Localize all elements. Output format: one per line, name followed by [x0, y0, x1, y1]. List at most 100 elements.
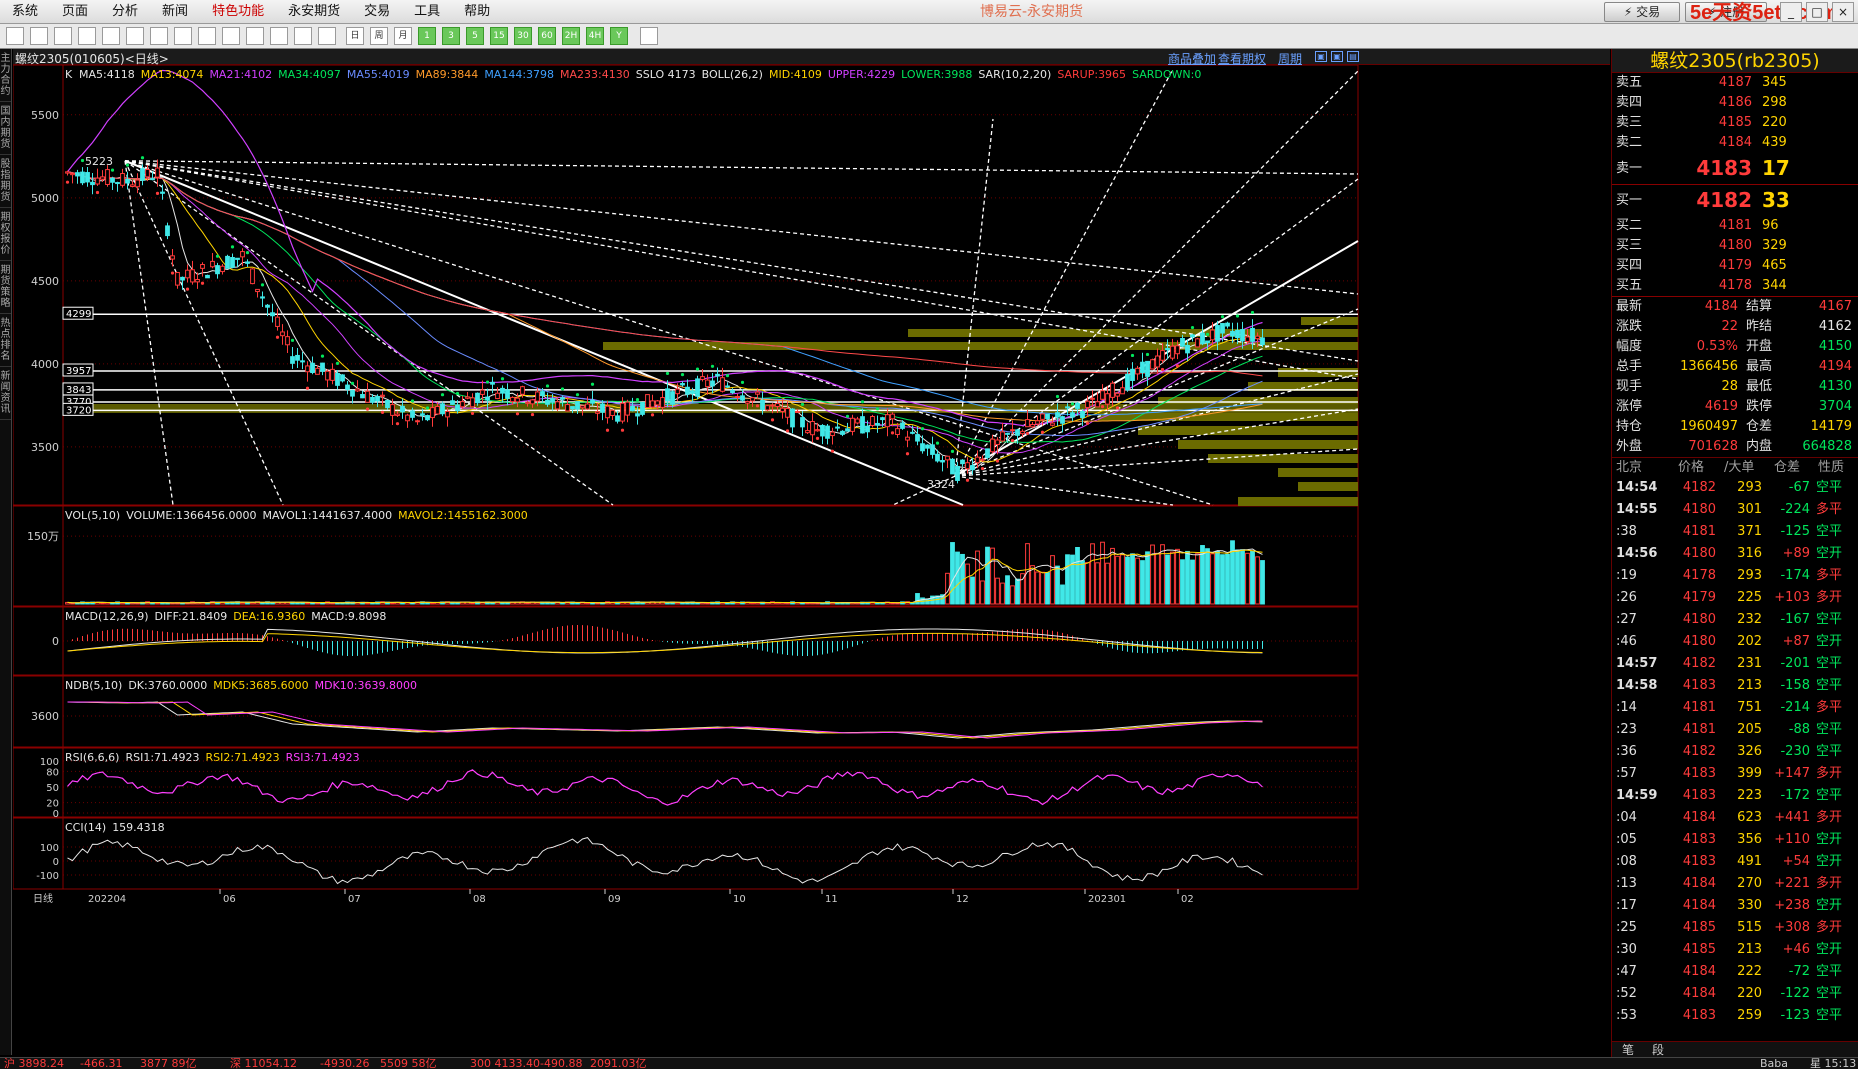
tick-row[interactable]: :13 4184 270 +221 多开 [1612, 873, 1858, 895]
tick-row[interactable]: :17 4184 330 +238 空开 [1612, 895, 1858, 917]
bell-icon[interactable] [198, 27, 216, 45]
tick-row[interactable]: :05 4183 356 +110 空开 [1612, 829, 1858, 851]
layout-icon[interactable]: ▣ [1331, 51, 1343, 62]
tick-row[interactable]: :25 4185 515 +308 多开 [1612, 917, 1858, 939]
period-button[interactable]: 3 [442, 27, 460, 45]
sidebar-tab[interactable]: 期权报价 [0, 208, 11, 261]
chart-icon[interactable] [246, 27, 264, 45]
sidebar-tab[interactable]: 热点排名 [0, 314, 11, 367]
tick-row[interactable]: :52 4184 220 -122 空平 [1612, 983, 1858, 1005]
ask-level[interactable]: 卖四 4186 298 [1612, 93, 1858, 113]
period-button[interactable]: 4H [586, 27, 604, 45]
tick-row[interactable]: :14 4181 751 -214 多平 [1612, 697, 1858, 719]
tick-price: 4180 [1682, 634, 1716, 649]
tick-row[interactable]: 14:55 4180 301 -224 多平 [1612, 499, 1858, 521]
tick-row[interactable]: :04 4184 623 +441 多开 [1612, 807, 1858, 829]
tick-row[interactable]: 14:58 4183 213 -158 空平 [1612, 675, 1858, 697]
tick-row[interactable]: 14:59 4183 223 -172 空平 [1612, 785, 1858, 807]
period-button[interactable]: 60 [538, 27, 556, 45]
chart-area[interactable]: 5500 5000 4500 4000 3500 4299 3957 3843 3770 3720… [13, 49, 1610, 1057]
stat-label: 涨跌 [1616, 319, 1643, 334]
tick-row[interactable]: :47 4184 222 -72 空平 [1612, 961, 1858, 983]
bid-level[interactable]: 买五 4178 344 [1612, 276, 1858, 296]
period-button[interactable]: 30 [514, 27, 532, 45]
tick-oi-change: +46 [1782, 942, 1810, 957]
volume-bar [1210, 553, 1215, 605]
tick-row[interactable]: :23 4181 205 -88 空平 [1612, 719, 1858, 741]
tick-row[interactable]: :19 4178 293 -174 多平 [1612, 565, 1858, 587]
layers-icon[interactable] [78, 27, 96, 45]
low-price-label: 3324 [927, 478, 955, 491]
zoom-out-icon[interactable] [150, 27, 168, 45]
tick-row[interactable]: 14:57 4182 231 -201 空平 [1612, 653, 1858, 675]
list-icon[interactable] [318, 27, 336, 45]
x-axis-label: 202301 [1088, 894, 1126, 905]
tab-duan[interactable]: 段 [1652, 1042, 1664, 1058]
tick-row[interactable]: :08 4183 491 +54 空开 [1612, 851, 1858, 873]
period-button[interactable]: 日 [346, 27, 364, 45]
flask-icon[interactable] [222, 27, 240, 45]
layout-icon[interactable]: ▣ [1315, 51, 1327, 62]
menu-item[interactable]: 交易 [352, 0, 402, 24]
tick-row[interactable]: :30 4185 213 +46 空开 [1612, 939, 1858, 961]
period-button[interactable]: 15 [490, 27, 508, 45]
ask-level[interactable]: 卖一 4183 17 [1612, 153, 1858, 184]
search-icon[interactable] [174, 27, 192, 45]
period-button[interactable]: 月 [394, 27, 412, 45]
bid-level[interactable]: 买三 4180 329 [1612, 236, 1858, 256]
ask-level[interactable]: 卖二 4184 439 [1612, 133, 1858, 153]
view-options-link[interactable]: 查看期权 [1218, 50, 1266, 67]
sidebar-tab[interactable]: 国内期货 [0, 102, 11, 155]
period-button[interactable]: Y [610, 27, 628, 45]
sidebar-tab[interactable]: 期货策略 [0, 261, 11, 314]
layout-icon[interactable]: ▤ [1347, 51, 1359, 62]
zoom-in-icon[interactable] [126, 27, 144, 45]
bid-level[interactable]: 买一 4182 33 [1612, 185, 1858, 216]
chart-canvas[interactable]: 5500500045004000350042993957384337703720… [13, 49, 1610, 1057]
menu-item[interactable]: 新闻 [150, 0, 200, 24]
refresh-icon[interactable] [102, 27, 120, 45]
menu-item[interactable]: 页面 [50, 0, 100, 24]
tick-row[interactable]: :36 4182 326 -230 空平 [1612, 741, 1858, 763]
menu-item[interactable]: 永安期货 [276, 0, 352, 24]
trade-button[interactable]: ⚡ 交易 [1604, 2, 1680, 22]
overlay-commodity-link[interactable]: 商品叠加 [1168, 50, 1216, 67]
tick-icon[interactable] [270, 27, 288, 45]
draw-icon[interactable] [294, 27, 312, 45]
menu-item[interactable]: 帮助 [452, 0, 502, 24]
home-icon[interactable] [6, 27, 24, 45]
period-link[interactable]: 周期 [1278, 50, 1302, 67]
calendar-icon[interactable] [640, 27, 658, 45]
tick-row[interactable]: 14:54 4182 293 -67 空平 [1612, 477, 1858, 499]
tick-row[interactable]: :27 4180 232 -167 空平 [1612, 609, 1858, 631]
ask-level[interactable]: 卖三 4185 220 [1612, 113, 1858, 133]
maximize-icon[interactable]: □ [1806, 2, 1828, 22]
menu-item[interactable]: 工具 [402, 0, 452, 24]
period-button[interactable]: 5 [466, 27, 484, 45]
sidebar-tab[interactable]: 股指期货 [0, 155, 11, 208]
tick-list[interactable]: 14:54 4182 293 -67 空平 14:55 4180 301 -224 多平:38 41… [1612, 477, 1858, 1027]
period-button[interactable]: 1 [418, 27, 436, 45]
period-button[interactable]: 2H [562, 27, 580, 45]
menu-item[interactable]: 系统 [0, 0, 50, 24]
bid-level[interactable]: 买四 4179 465 [1612, 256, 1858, 276]
tick-row[interactable]: :26 4179 225 +103 多开 [1612, 587, 1858, 609]
candle-body [415, 420, 420, 423]
tab-bi[interactable]: 笔 [1622, 1042, 1634, 1058]
tick-row[interactable]: :57 4183 399 +147 多开 [1612, 763, 1858, 785]
tick-row[interactable]: :38 4181 371 -125 空平 [1612, 521, 1858, 543]
tick-row[interactable]: :46 4180 202 +87 空开 [1612, 631, 1858, 653]
tick-row[interactable]: 14:56 4180 316 +89 空开 [1612, 543, 1858, 565]
tick-row[interactable]: :53 4183 259 -123 空平 [1612, 1005, 1858, 1027]
note-icon[interactable] [54, 27, 72, 45]
menu-item[interactable]: 分析 [100, 0, 150, 24]
period-button[interactable]: 周 [370, 27, 388, 45]
minimize-icon[interactable]: _ [1780, 2, 1802, 22]
close-icon[interactable]: × [1832, 2, 1854, 22]
menu-item[interactable]: 特色功能 [200, 0, 276, 24]
sidebar-tab[interactable]: 新闻资讯 [0, 367, 11, 420]
ask-level[interactable]: 卖五 4187 345 [1612, 73, 1858, 93]
sidebar-tab[interactable]: 主力合约 [0, 49, 11, 102]
bid-level[interactable]: 买二 4181 96 [1612, 216, 1858, 236]
book-icon[interactable] [30, 27, 48, 45]
